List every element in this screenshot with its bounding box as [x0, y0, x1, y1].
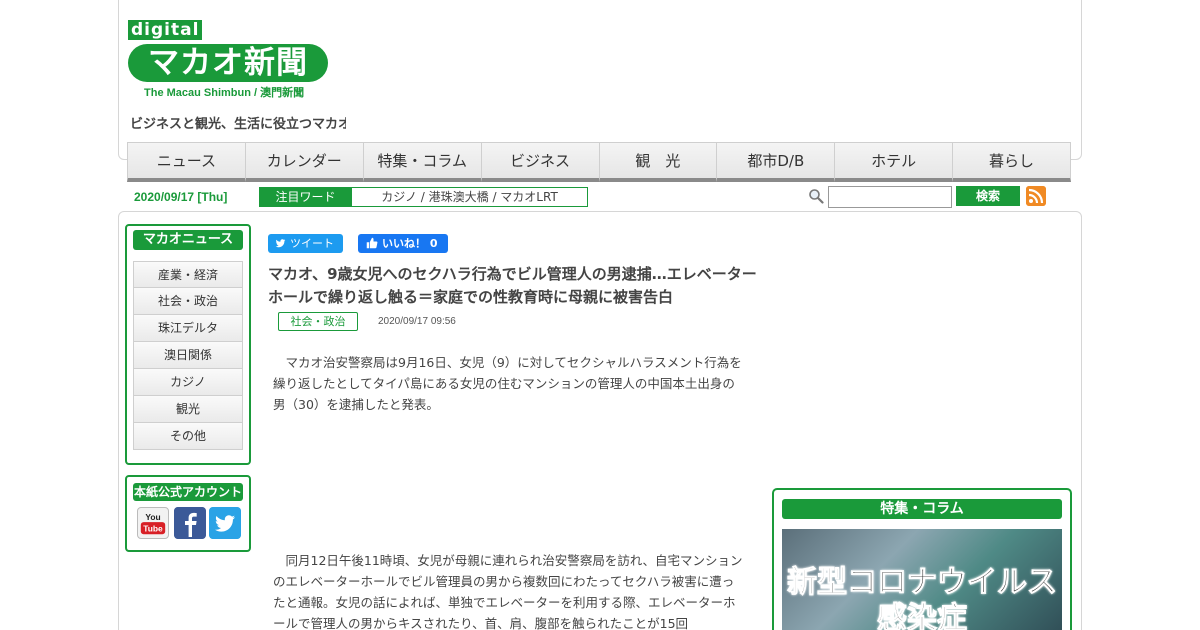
- facebook-like-button[interactable]: いいね！ 0: [358, 234, 448, 253]
- sidebar-item-macau-japan[interactable]: 澳日関係: [133, 342, 243, 369]
- tweet-label: ツイート: [290, 237, 334, 250]
- logo-main-text: マカオ新聞: [128, 44, 328, 82]
- feature-banner-image[interactable]: 新型コロナウイルス 感染症: [782, 529, 1062, 630]
- nav-item-calendar[interactable]: カレンダー: [245, 142, 364, 182]
- feature-banner-text: 新型コロナウイルス 感染症: [787, 565, 1058, 630]
- logo-subtitle: The Macau Shimbun / 澳門新聞: [144, 87, 305, 99]
- nav-item-tourism[interactable]: 観 光: [599, 142, 718, 182]
- sidebar-news-list: 産業・経済 社会・政治 珠江デルタ 澳日関係 カジノ 観光 その他: [133, 261, 243, 450]
- nav-item-news[interactable]: ニュース: [127, 142, 246, 182]
- twitter-icon[interactable]: [209, 507, 241, 539]
- site-tagline: ビジネスと観光、生活に役立つマカオ: [130, 117, 346, 132]
- nav-item-hotel[interactable]: ホテル: [835, 142, 954, 182]
- sidebar-item-society[interactable]: 社会・政治: [133, 288, 243, 315]
- hot-words-links[interactable]: カジノ / 港珠澳大橋 / マカオLRT: [351, 187, 588, 207]
- hot-words-label: 注目ワード: [259, 187, 352, 207]
- search-input[interactable]: [828, 186, 952, 208]
- article-date: 2020/09/17 09:56: [378, 316, 456, 327]
- feature-column-title: 特集・コラム: [782, 499, 1062, 519]
- article-title: マカオ、9歳女児へのセクハラ行為でビル管理人の男逮捕…エレベーターホールで繰り返…: [268, 265, 757, 306]
- svg-text:You: You: [145, 512, 160, 522]
- main-nav: ニュース カレンダー 特集・コラム ビジネス 観 光 都市D/B ホテル 暮らし: [127, 142, 1071, 182]
- nav-item-living[interactable]: 暮らし: [953, 142, 1071, 182]
- site-logo[interactable]: digital マカオ新聞 The Macau Shimbun / 澳門新聞: [128, 20, 346, 100]
- sidebar-news-title: マカオニュース: [133, 230, 243, 250]
- official-accounts-title: 本紙公式アカウント: [133, 483, 243, 501]
- sidebar-item-tourism[interactable]: 観光: [133, 396, 243, 423]
- sidebar-item-casino[interactable]: カジノ: [133, 369, 243, 396]
- nav-item-business[interactable]: ビジネス: [481, 142, 600, 182]
- sidebar-item-pearl-delta[interactable]: 珠江デルタ: [133, 315, 243, 342]
- youtube-icon[interactable]: You Tube: [137, 507, 169, 539]
- facebook-icon[interactable]: [174, 507, 206, 539]
- search-button[interactable]: 検索: [956, 186, 1020, 206]
- nav-item-features[interactable]: 特集・コラム: [363, 142, 482, 182]
- rss-icon[interactable]: [1026, 186, 1046, 206]
- nav-item-city-db[interactable]: 都市D/B: [717, 142, 836, 182]
- tweet-button[interactable]: ツイート: [268, 234, 343, 253]
- article-paragraph-2: 同月12日午後11時頃、女児が母親に連れられ治安警察局を訪れ、自宅マンションのエ…: [273, 553, 743, 630]
- logo-digital-text: digital: [128, 20, 203, 40]
- sidebar-item-industry[interactable]: 産業・経済: [133, 261, 243, 288]
- article-paragraph-1: マカオ治安警察局は9月16日、女児（9）に対してセクシャルハラスメント行為を繰り…: [273, 355, 742, 412]
- sidebar-item-other[interactable]: その他: [133, 423, 243, 450]
- search-icon: [809, 189, 824, 204]
- thumbs-up-icon: [366, 237, 378, 249]
- current-date: 2020/09/17 [Thu]: [134, 190, 228, 204]
- like-label: いいね！ 0: [382, 237, 438, 250]
- article-category-badge[interactable]: 社会・政治: [278, 312, 358, 331]
- twitter-bird-icon: [275, 239, 286, 248]
- svg-text:Tube: Tube: [143, 523, 163, 533]
